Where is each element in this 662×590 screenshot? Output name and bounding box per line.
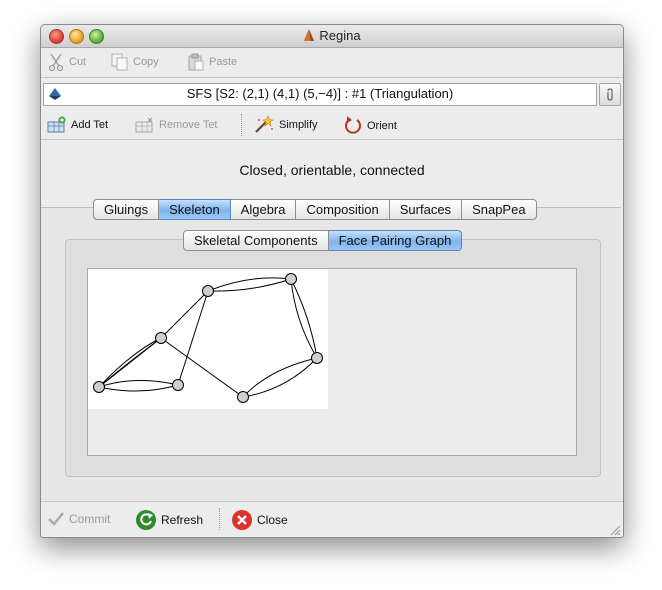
tab-composition[interactable]: Composition <box>296 199 390 220</box>
simplify-button[interactable]: Simplify <box>253 116 318 134</box>
paste-label: Paste <box>209 56 238 68</box>
graph-edge <box>98 380 179 388</box>
tab-face-pairing-graph[interactable]: Face Pairing Graph <box>328 230 463 251</box>
graph-node <box>172 379 184 391</box>
refresh-icon <box>136 510 156 530</box>
graph-edge <box>242 357 318 398</box>
title-bar[interactable]: Regina <box>41 25 623 48</box>
checkmark-icon <box>48 512 64 526</box>
remove-tet-label: Remove Tet <box>159 119 218 131</box>
tab-gluings[interactable]: Gluings <box>93 199 160 220</box>
close-icon <box>232 510 252 530</box>
packet-label: SFS [S2: (2,1) (4,1) (5,−4)] : #1 (Trian… <box>186 86 454 101</box>
paste-button[interactable]: Paste <box>187 53 237 71</box>
tab-surfaces[interactable]: Surfaces <box>389 199 463 220</box>
close-label: Close <box>257 513 288 527</box>
simplify-label: Simplify <box>279 119 318 131</box>
toolbar-separator <box>219 508 220 530</box>
tab-algebra[interactable]: Algebra <box>230 199 297 220</box>
bottom-toolbar: Commit Refresh Close <box>41 501 623 537</box>
commit-label: Commit <box>69 512 111 526</box>
add-tet-button[interactable]: Add Tet <box>47 116 108 134</box>
triangulation-status: Closed, orientable, connected <box>239 162 425 178</box>
scissors-icon <box>48 53 64 71</box>
edit-toolbar: Cut Copy Paste <box>41 48 623 78</box>
graph-node <box>237 391 249 403</box>
orient-button[interactable]: Orient <box>343 116 397 136</box>
window-title-area: Regina <box>41 28 623 43</box>
face-pairing-graph-view[interactable] <box>87 268 577 456</box>
copy-icon <box>111 53 128 71</box>
graph-node <box>155 332 167 344</box>
skeleton-subtab-bar: Skeletal Components Face Pairing Graph <box>183 230 463 251</box>
graph-edge <box>98 337 162 388</box>
graph-node <box>93 381 105 393</box>
clipboard-icon <box>188 53 204 71</box>
dock-button[interactable] <box>599 83 621 106</box>
magic-wand-icon <box>255 116 274 133</box>
graph-edge <box>98 384 179 392</box>
graph-canvas <box>88 269 328 409</box>
remove-tet-icon <box>135 117 153 133</box>
graph-node <box>311 352 323 364</box>
add-tet-icon <box>47 116 66 133</box>
close-button[interactable]: Close <box>231 509 288 531</box>
paperclip-icon <box>607 87 613 101</box>
toolbar-separator <box>241 114 242 136</box>
remove-tet-button[interactable]: Remove Tet <box>135 116 218 134</box>
packet-label-field[interactable]: SFS [S2: (2,1) (4,1) (5,−4)] : #1 (Trian… <box>43 83 597 106</box>
main-tab-bar: Gluings Skeleton Algebra Composition Sur… <box>93 199 537 220</box>
graph-edge <box>177 290 209 386</box>
copy-button[interactable]: Copy <box>111 53 159 71</box>
graph-edge <box>242 357 318 398</box>
cut-button[interactable]: Cut <box>47 53 86 71</box>
graph-node <box>202 285 214 297</box>
graph-edge <box>290 278 318 359</box>
tab-skeletal-components[interactable]: Skeletal Components <box>183 230 329 251</box>
graph-edge <box>207 278 292 292</box>
graph-edge <box>290 278 318 359</box>
resize-grip-icon[interactable] <box>609 524 621 536</box>
commit-button[interactable]: Commit <box>47 511 110 527</box>
window-title: Regina <box>319 28 361 43</box>
triangulation-toolbar: Add Tet Remove Tet Simplify Orient <box>41 111 623 140</box>
regina-window: Regina Cut Copy Paste SFS [S2: (2,1) (4,… <box>40 24 624 538</box>
regina-logo-icon <box>304 29 315 41</box>
graph-node <box>285 273 297 285</box>
cut-label: Cut <box>69 56 87 68</box>
add-tet-label: Add Tet <box>71 119 109 131</box>
orient-label: Orient <box>367 120 397 132</box>
orient-arrow-icon <box>345 116 361 134</box>
tab-snappea[interactable]: SnapPea <box>462 199 537 220</box>
refresh-button[interactable]: Refresh <box>135 509 203 531</box>
packet-bar: SFS [S2: (2,1) (4,1) (5,−4)] : #1 (Trian… <box>41 82 623 106</box>
copy-label: Copy <box>133 56 159 68</box>
face-pairing-graph <box>93 273 323 403</box>
refresh-label: Refresh <box>161 513 204 527</box>
tab-skeleton[interactable]: Skeleton <box>159 199 231 220</box>
